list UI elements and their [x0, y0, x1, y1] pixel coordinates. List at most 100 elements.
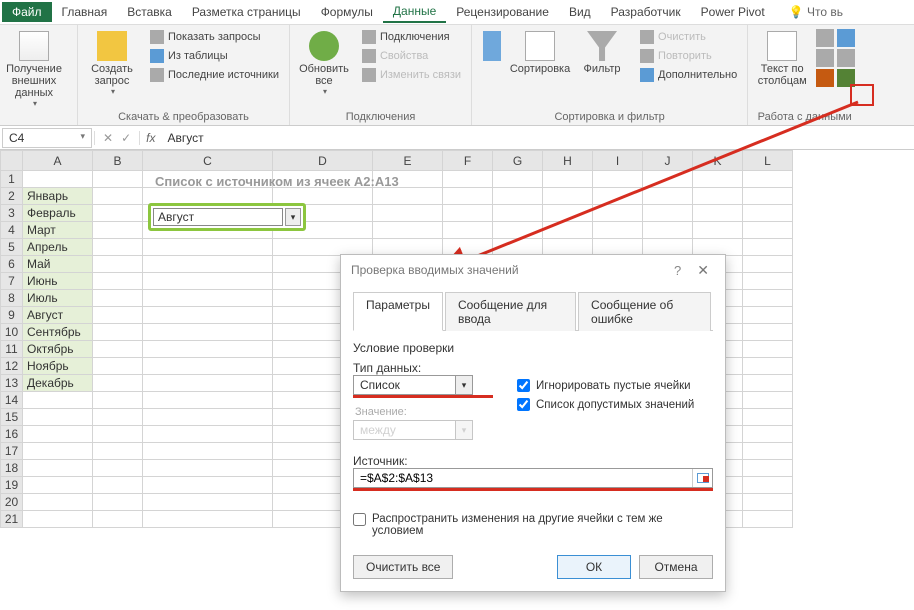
tab-insert[interactable]: Вставка — [117, 2, 182, 22]
cell[interactable] — [23, 477, 93, 494]
cell[interactable]: Сентябрь — [23, 324, 93, 341]
tab-error-alert[interactable]: Сообщение об ошибке — [578, 292, 711, 331]
sort-az-button[interactable] — [478, 29, 506, 63]
cell[interactable] — [543, 205, 593, 222]
range-picker-button[interactable] — [692, 469, 712, 487]
cell[interactable]: Июнь — [23, 273, 93, 290]
column-header[interactable]: B — [93, 151, 143, 171]
cell[interactable] — [143, 511, 273, 528]
cell[interactable] — [143, 477, 273, 494]
cell[interactable] — [93, 392, 143, 409]
row-header[interactable]: 19 — [1, 477, 23, 494]
cell[interactable]: Март — [23, 222, 93, 239]
tab-data[interactable]: Данные — [383, 1, 446, 23]
cell[interactable] — [23, 494, 93, 511]
sort-button[interactable]: Сортировка — [512, 29, 568, 77]
cell[interactable]: Февраль — [23, 205, 93, 222]
cell[interactable] — [743, 205, 793, 222]
cell[interactable] — [143, 341, 273, 358]
cell[interactable] — [93, 477, 143, 494]
name-box[interactable]: C4▾ — [2, 128, 92, 148]
in-cell-dropdown-checkbox[interactable]: Список допустимых значений — [517, 398, 694, 411]
tab-file[interactable]: Файл — [2, 2, 52, 22]
cell[interactable] — [593, 222, 643, 239]
cell[interactable] — [143, 239, 273, 256]
cell[interactable] — [693, 188, 743, 205]
dialog-titlebar[interactable]: Проверка вводимых значений ? ✕ — [341, 255, 725, 285]
tab-page-layout[interactable]: Разметка страницы — [182, 2, 311, 22]
row-header[interactable]: 9 — [1, 307, 23, 324]
cell[interactable] — [593, 188, 643, 205]
flash-fill-icon[interactable] — [816, 29, 834, 47]
cell[interactable] — [743, 409, 793, 426]
cell[interactable] — [543, 239, 593, 256]
row-header[interactable]: 14 — [1, 392, 23, 409]
cell[interactable] — [743, 511, 793, 528]
row-header[interactable]: 11 — [1, 341, 23, 358]
row-header[interactable]: 17 — [1, 443, 23, 460]
tab-view[interactable]: Вид — [559, 2, 601, 22]
cell[interactable] — [493, 222, 543, 239]
cell[interactable]: Октябрь — [23, 341, 93, 358]
cell[interactable] — [23, 460, 93, 477]
cell[interactable] — [93, 443, 143, 460]
cell[interactable] — [373, 188, 443, 205]
cell[interactable] — [93, 426, 143, 443]
row-header[interactable]: 3 — [1, 205, 23, 222]
advanced-filter-button[interactable]: Дополнительно — [636, 67, 741, 83]
get-external-data-button[interactable]: Получение внешних данных▾ — [6, 29, 62, 110]
fx-icon[interactable]: fx — [140, 131, 161, 145]
cell[interactable] — [273, 239, 373, 256]
column-header[interactable]: F — [443, 151, 493, 171]
filter-button[interactable]: Фильтр — [574, 29, 630, 77]
cell[interactable] — [743, 239, 793, 256]
cell[interactable] — [643, 222, 693, 239]
dialog-help-button[interactable]: ? — [664, 263, 691, 278]
from-table-button[interactable]: Из таблицы — [146, 48, 283, 64]
refresh-all-button[interactable]: Обновить все▾ — [296, 29, 352, 98]
cell[interactable] — [93, 222, 143, 239]
cell[interactable] — [743, 273, 793, 290]
tab-parameters[interactable]: Параметры — [353, 292, 443, 331]
show-queries-button[interactable]: Показать запросы — [146, 29, 283, 45]
cell[interactable] — [743, 188, 793, 205]
cell[interactable] — [93, 290, 143, 307]
cell[interactable] — [743, 494, 793, 511]
cell[interactable] — [493, 205, 543, 222]
cell[interactable] — [143, 443, 273, 460]
cell[interactable] — [93, 409, 143, 426]
cell[interactable] — [743, 256, 793, 273]
consolidate-icon[interactable] — [837, 29, 855, 47]
dropdown-cell[interactable]: Август — [153, 208, 283, 226]
cell[interactable] — [743, 307, 793, 324]
cell[interactable] — [743, 375, 793, 392]
cell[interactable] — [143, 256, 273, 273]
cell[interactable] — [93, 307, 143, 324]
tab-powerpivot[interactable]: Power Pivot — [691, 2, 775, 22]
cell[interactable] — [493, 171, 543, 188]
cell[interactable] — [443, 205, 493, 222]
cell[interactable] — [593, 171, 643, 188]
reapply-button[interactable]: Повторить — [636, 48, 741, 64]
cell[interactable] — [443, 222, 493, 239]
cell[interactable] — [93, 188, 143, 205]
cell[interactable] — [273, 188, 373, 205]
ignore-blank-checkbox[interactable]: Игнорировать пустые ячейки — [517, 379, 694, 392]
cell[interactable] — [23, 511, 93, 528]
select-all-corner[interactable] — [1, 151, 23, 171]
dropdown-arrow-button[interactable]: ▾ — [285, 208, 301, 226]
cell[interactable] — [93, 511, 143, 528]
cell[interactable] — [93, 171, 143, 188]
data-validation-icon[interactable] — [816, 69, 834, 87]
cell[interactable]: Январь — [23, 188, 93, 205]
cell[interactable]: Май — [23, 256, 93, 273]
relationships-icon[interactable] — [837, 49, 855, 67]
cell[interactable] — [743, 290, 793, 307]
tab-review[interactable]: Рецензирование — [446, 2, 559, 22]
chevron-down-icon[interactable]: ▾ — [80, 131, 85, 142]
column-header[interactable]: E — [373, 151, 443, 171]
cell[interactable] — [143, 358, 273, 375]
cell[interactable] — [593, 205, 643, 222]
tab-home[interactable]: Главная — [52, 2, 118, 22]
dialog-close-button[interactable]: ✕ — [691, 262, 715, 279]
